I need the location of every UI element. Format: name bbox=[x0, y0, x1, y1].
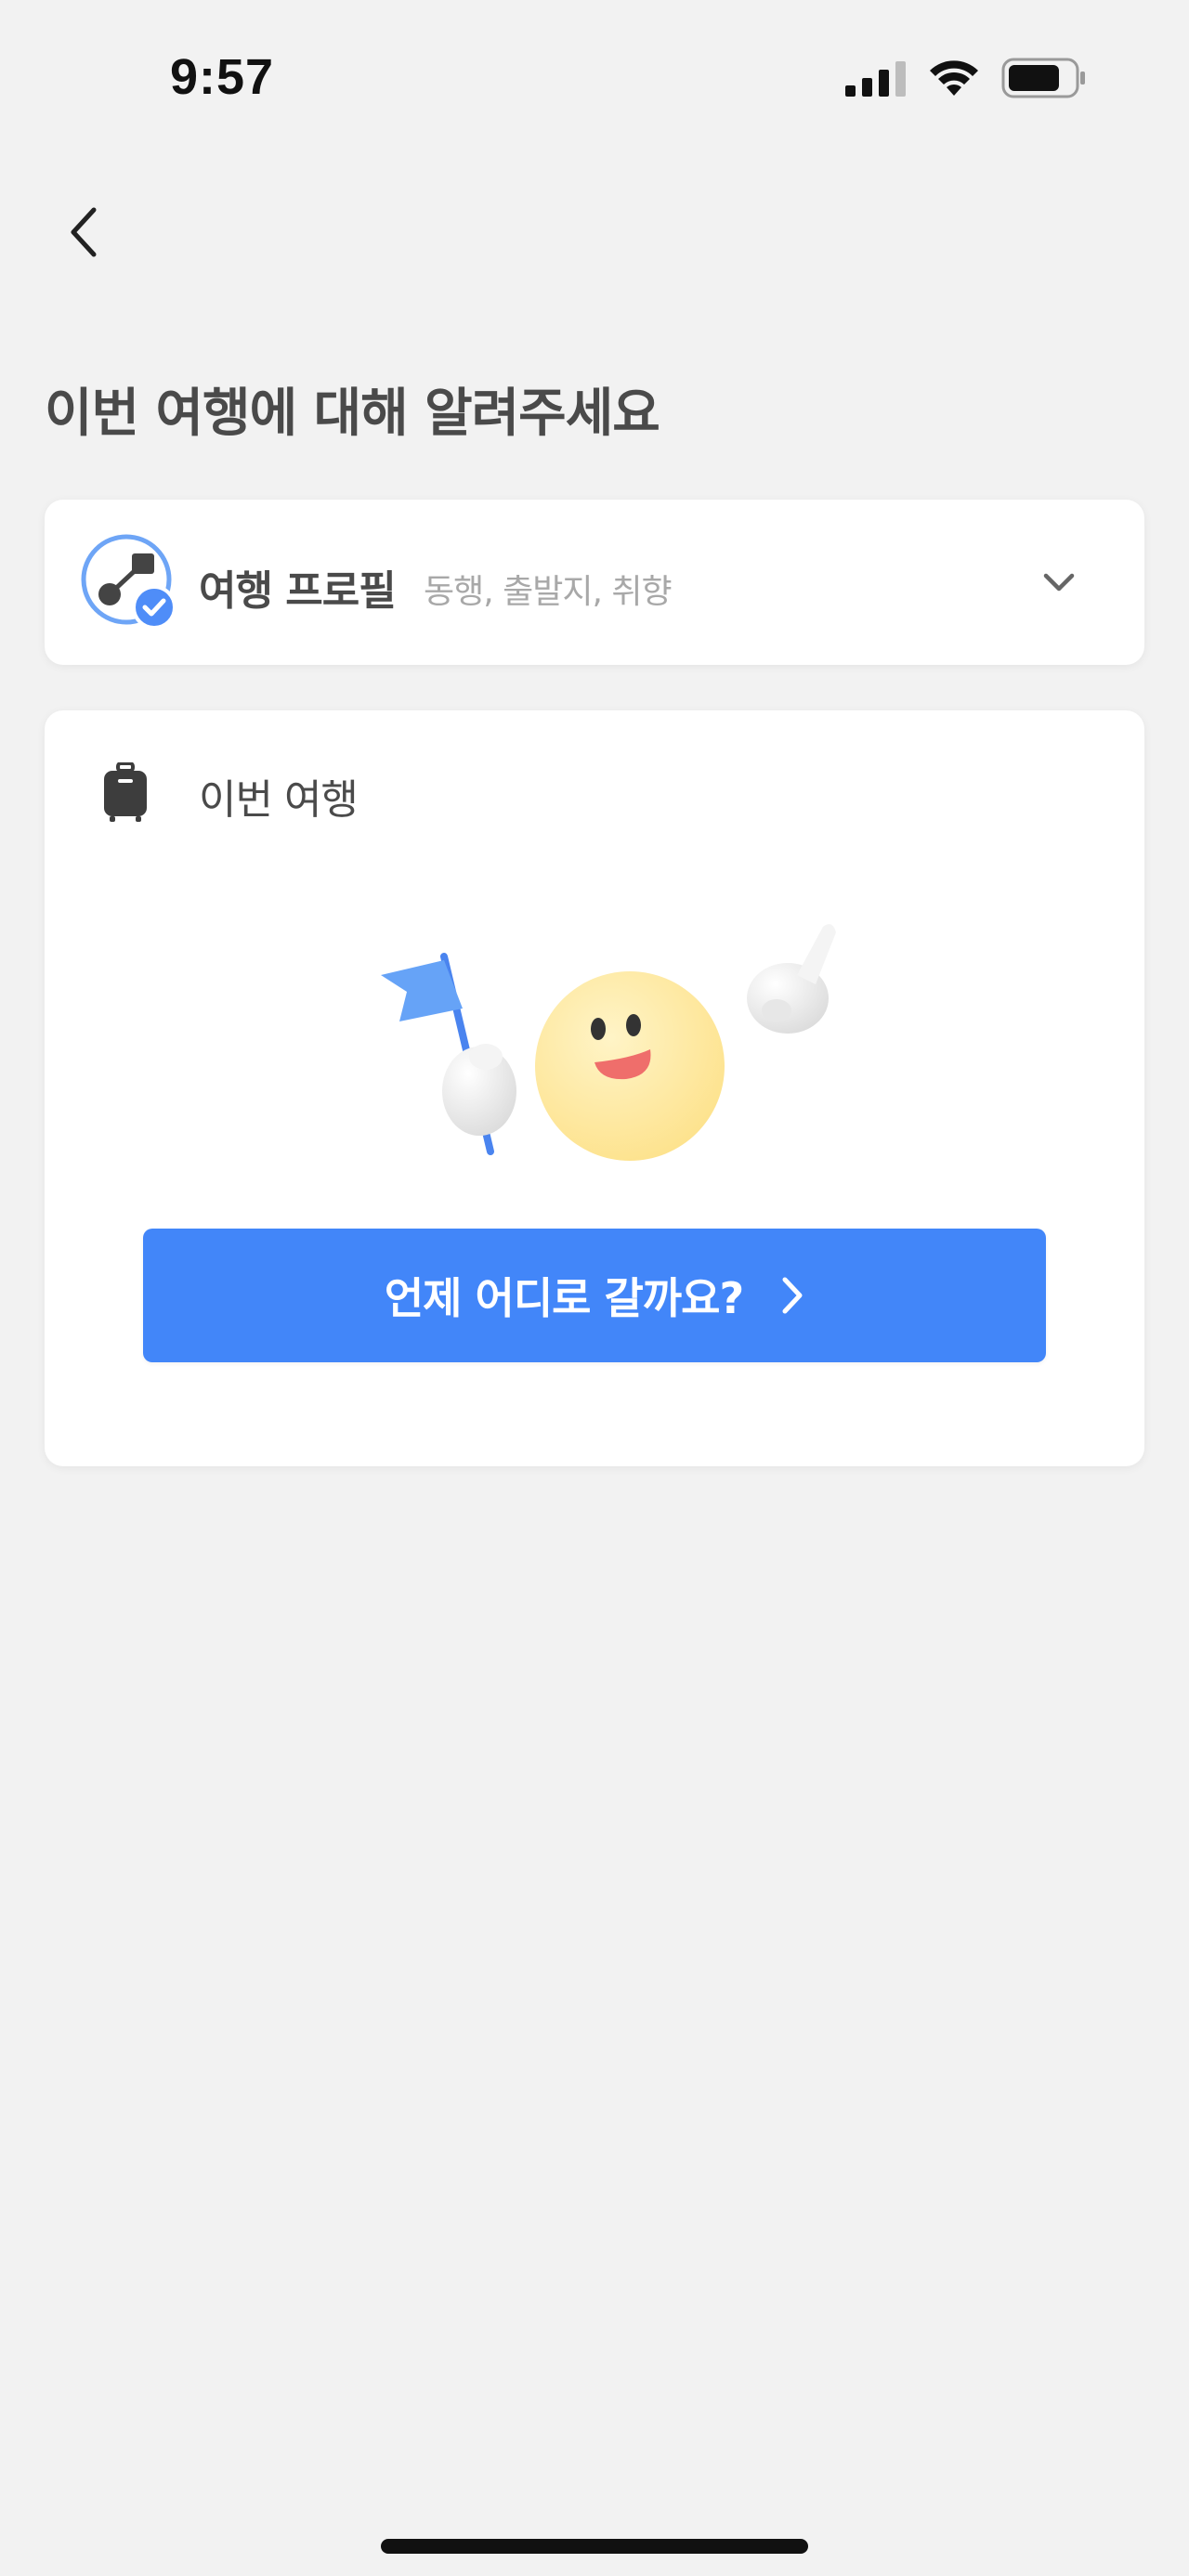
smiley-with-flag-illustration bbox=[381, 924, 836, 1161]
chevron-left-icon bbox=[71, 207, 97, 257]
battery-icon bbox=[1001, 58, 1085, 98]
chevron-right-icon bbox=[782, 1277, 803, 1314]
travel-profile-card[interactable]: 여행 프로필 동행, 출발지, 취향 bbox=[45, 500, 1144, 665]
when-where-button[interactable]: 언제 어디로 갈까요? bbox=[143, 1229, 1046, 1362]
this-trip-label: 이번 여행 bbox=[199, 776, 359, 824]
back-button[interactable] bbox=[56, 200, 111, 265]
cellular-signal-icon bbox=[845, 61, 906, 97]
chevron-down-icon[interactable] bbox=[1039, 563, 1079, 604]
status-time: 9:57 bbox=[170, 49, 275, 105]
this-trip-card: 이번 여행 언제 어디로 갈까요? bbox=[45, 710, 1144, 1466]
page-title: 이번 여행에 대해 알려주세요 bbox=[45, 384, 660, 444]
profile-title: 여행 프로필 bbox=[199, 567, 397, 615]
status-icons bbox=[845, 58, 1087, 98]
travel-profile-icon bbox=[81, 534, 176, 630]
wifi-icon bbox=[930, 60, 978, 96]
home-indicator[interactable] bbox=[381, 2539, 808, 2554]
cta-label: 언제 어디로 갈까요? bbox=[384, 1273, 744, 1323]
suitcase-icon bbox=[104, 762, 147, 822]
profile-subtitle: 동행, 출발지, 취향 bbox=[424, 573, 673, 611]
status-bar: 9:57 bbox=[0, 0, 1189, 139]
